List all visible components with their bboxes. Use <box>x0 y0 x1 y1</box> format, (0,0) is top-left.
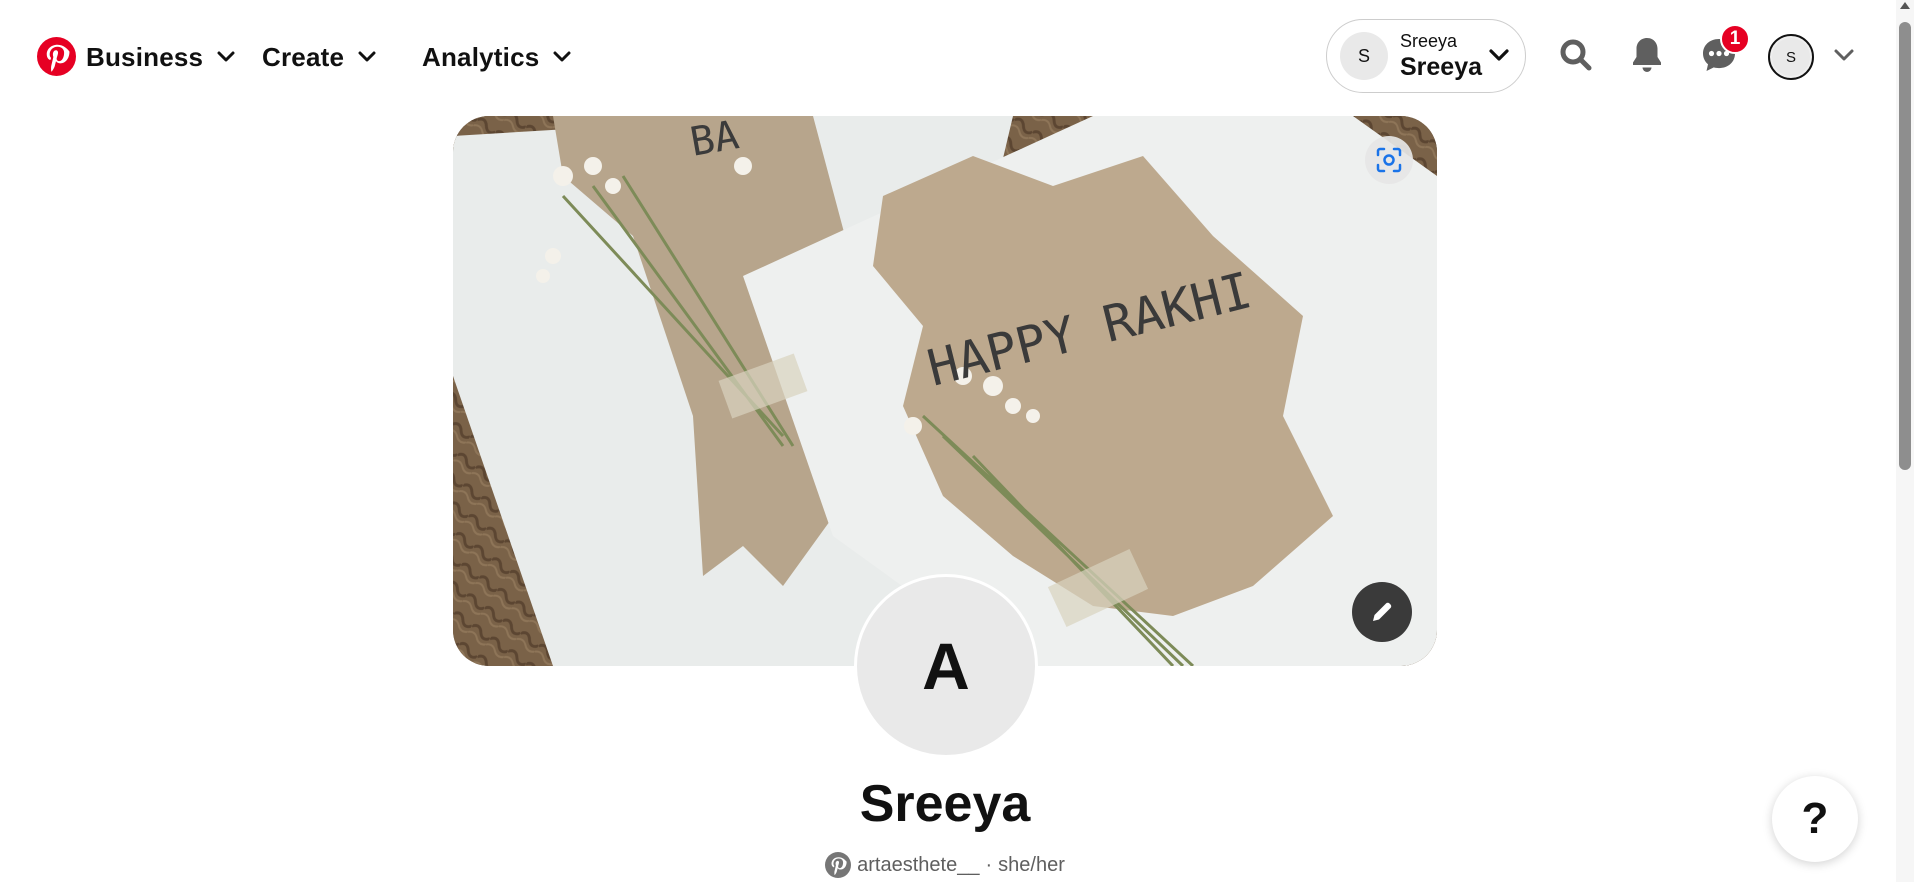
nav-business[interactable]: Business <box>86 40 235 74</box>
top-header: Business Create Analytics S Sreeya Sreey… <box>0 0 1896 114</box>
visual-search-icon <box>1376 147 1402 173</box>
pencil-icon <box>1373 602 1392 621</box>
pinterest-icon <box>825 852 852 878</box>
profile-avatar-button[interactable]: S <box>1768 34 1814 80</box>
nav-business-label: Business <box>86 41 204 72</box>
search-button[interactable] <box>1554 33 1598 77</box>
chevron-down-icon <box>553 51 571 62</box>
visual-search-button[interactable] <box>1365 136 1413 184</box>
page-scrollbar[interactable] <box>1896 0 1914 882</box>
scroll-thumb[interactable] <box>1899 22 1911 470</box>
account-avatar: S <box>1340 32 1388 80</box>
account-name: Sreeya <box>1400 53 1483 81</box>
chevron-down-icon <box>1489 49 1509 61</box>
edit-cover-button[interactable] <box>1352 582 1412 642</box>
cover-text-top: BA <box>687 116 742 166</box>
profile-handle: artaesthete__ <box>857 853 980 876</box>
chevron-down-icon <box>358 51 376 62</box>
account-text: Sreeya Sreeya <box>1400 30 1482 82</box>
nav-create-label: Create <box>262 41 345 72</box>
chevron-down-icon[interactable] <box>1833 47 1855 63</box>
account-small-name: Sreeya <box>1400 31 1458 51</box>
nav-analytics-label: Analytics <box>422 41 540 72</box>
search-icon <box>1560 39 1592 71</box>
profile-avatar[interactable]: A <box>854 574 1038 758</box>
profile-handle-row: artaesthete__ · she/her <box>0 852 1890 878</box>
account-switcher[interactable]: S Sreeya Sreeya <box>1326 19 1526 93</box>
handle-separator: · <box>985 853 993 876</box>
nav-create[interactable]: Create <box>262 40 376 74</box>
nav-analytics[interactable]: Analytics <box>422 40 571 74</box>
profile-name: Sreeya <box>859 775 1031 833</box>
chevron-down-icon <box>217 51 235 62</box>
notifications-button[interactable] <box>1625 33 1669 77</box>
scroll-up-arrow-icon[interactable] <box>1900 2 1910 9</box>
profile-pronouns: she/her <box>998 853 1065 876</box>
bell-icon <box>1633 38 1661 72</box>
messages-badge: 1 <box>1720 24 1750 54</box>
pinterest-logo-icon[interactable] <box>37 37 76 76</box>
profile-avatar-letter: S <box>1772 38 1810 76</box>
help-button[interactable]: ? <box>1772 776 1858 862</box>
